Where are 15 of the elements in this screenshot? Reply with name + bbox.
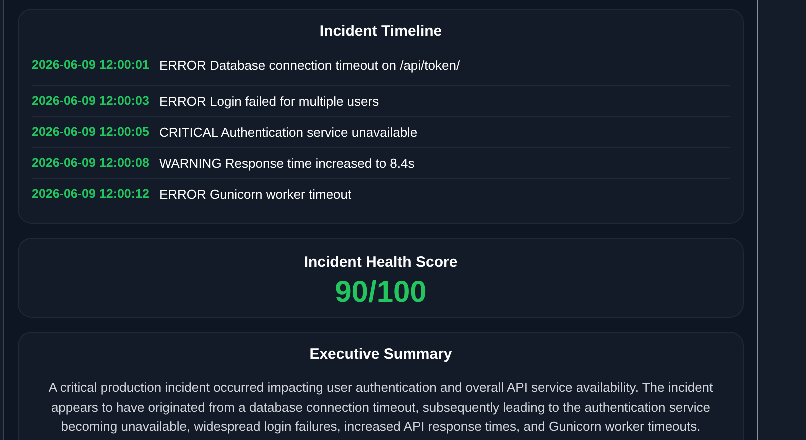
event-timestamp: 2026-06-09 12:00:08 [32,156,150,170]
card-title: Executive Summary [308,345,454,365]
event-timestamp: 2026-06-09 12:00:05 [32,125,150,139]
health-score: 90/100 [334,275,428,311]
event-timestamp: 2026-06-09 12:00:01 [32,58,150,72]
summary-text: A critical production incident occurred impacting user authentication and overall API service availability. The incident appears to have originated from a database connection timeout, subsequently leading to the authentication service becoming unavailable, widespread login failures, increased API response times, and Gunicorn worker timeouts. [48,379,714,436]
event-timestamp: 2026-06-09 12:00:12 [32,187,150,201]
event-message: ERROR Database connection timeout on /api/token/ [159,58,460,73]
event-message: ERROR Gunicorn worker timeout [159,186,352,202]
card-title: Incident Timeline [318,22,444,42]
event-timestamp: 2026-06-09 12:00:03 [32,94,150,108]
event-message: CRITICAL Authentication service unavailable [159,124,418,140]
event-message: ERROR Login failed for multiple users [159,94,380,108]
card-title: Incident Health Score [303,253,459,273]
event-message: WARNING Response time increased to 8.4s [159,156,415,170]
